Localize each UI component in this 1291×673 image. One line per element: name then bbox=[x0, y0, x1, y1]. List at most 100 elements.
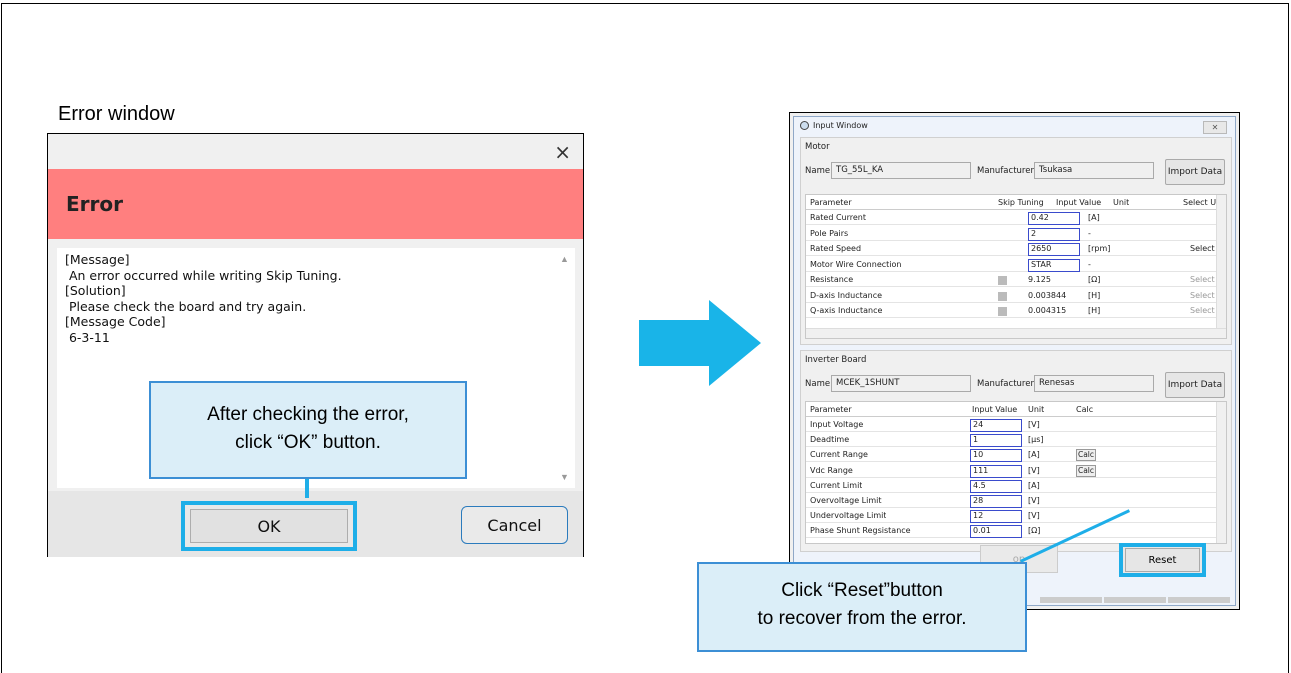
close-icon[interactable]: × bbox=[554, 140, 571, 164]
select-unit-button[interactable]: Select bbox=[1190, 291, 1215, 303]
motor-table-hscroll[interactable] bbox=[806, 328, 1226, 338]
cancel-button[interactable]: Cancel bbox=[461, 506, 568, 544]
message-line: [Solution] bbox=[65, 283, 126, 298]
table-row: Resistance 9.125 [Ω] Select bbox=[806, 274, 1226, 287]
parameter-cell: Undervoltage Limit bbox=[810, 511, 887, 521]
callout-ok-instruction: After checking the error, click “OK” but… bbox=[149, 381, 467, 479]
select-unit-button[interactable]: Select bbox=[1190, 306, 1215, 318]
motor-manufacturer-field[interactable]: Tsukasa bbox=[1034, 162, 1154, 179]
close-icon[interactable]: ✕ bbox=[1203, 121, 1227, 134]
scroll-down-icon[interactable]: ▼ bbox=[560, 472, 569, 482]
input-value-cell[interactable]: 24 bbox=[970, 419, 1022, 432]
callout-line: click “OK” button. bbox=[235, 432, 381, 453]
inverter-panel: Inverter Board Name MCEK_1SHUNT Manufact… bbox=[800, 350, 1232, 552]
table-row: Rated Speed 2650 [rpm] Select bbox=[806, 243, 1226, 256]
message-line: Please check the board and try again. bbox=[65, 298, 307, 314]
table-row: Current Range 10 [A] Calc bbox=[806, 449, 1226, 463]
input-value-cell: 0.004315 bbox=[1028, 306, 1067, 315]
unit-cell: [rpm] bbox=[1088, 244, 1111, 253]
skip-tuning-checkbox[interactable] bbox=[998, 291, 1007, 301]
table-row: Current Limit 4.5 [A] bbox=[806, 479, 1226, 493]
unit-cell: [A] bbox=[1028, 480, 1040, 490]
column-header: Parameter bbox=[810, 405, 852, 414]
input-value-cell[interactable]: 0.01 bbox=[970, 525, 1022, 539]
parameter-cell: Input Voltage bbox=[810, 420, 864, 429]
table-row: Deadtime 1 [μs] bbox=[806, 434, 1226, 448]
table-row: Pole Pairs 2- bbox=[806, 227, 1226, 241]
inverter-import-data-button[interactable]: Import Data bbox=[1165, 372, 1225, 398]
unit-cell: [H] bbox=[1088, 290, 1101, 300]
parameter-cell: Resistance bbox=[810, 275, 854, 284]
parameter-cell: Phase Shunt Regsistance bbox=[810, 526, 911, 536]
column-header: Input Value bbox=[972, 405, 1018, 414]
select-unit-button[interactable]: Select bbox=[1190, 275, 1215, 287]
parameter-cell: Q-axis Inductance bbox=[810, 306, 883, 315]
unit-cell: [Ω] bbox=[1028, 526, 1041, 536]
reset-button[interactable]: Reset bbox=[1125, 548, 1200, 572]
parameter-cell: Rated Current bbox=[810, 213, 867, 222]
ok-button-highlight: OK bbox=[181, 501, 357, 551]
input-value-cell[interactable]: 4.5 bbox=[970, 479, 1022, 493]
motor-table-header: Parameter Skip Tuning Input Value Unit S… bbox=[806, 197, 1226, 210]
input-value-cell: 0.003844 bbox=[1028, 290, 1067, 300]
input-window: Input Window ✕ Motor Name TG_55L_KA Manu… bbox=[789, 112, 1240, 610]
message-line: [Message Code] bbox=[65, 314, 166, 329]
input-value-cell[interactable]: 2 bbox=[1028, 227, 1080, 241]
input-window-frame: Input Window ✕ Motor Name TG_55L_KA Manu… bbox=[793, 116, 1236, 606]
parameter-cell: Vdc Range bbox=[810, 465, 853, 475]
calc-button[interactable]: Calc bbox=[1076, 449, 1096, 462]
error-dialog: × Error [Message] An error occurred whil… bbox=[47, 133, 584, 557]
select-unit-button[interactable]: Select bbox=[1190, 244, 1215, 256]
input-value-cell[interactable]: 12 bbox=[970, 510, 1022, 524]
input-value-cell[interactable]: 0.42 bbox=[1028, 212, 1080, 225]
parameter-cell: Current Range bbox=[810, 450, 868, 460]
input-window-title: Input Window bbox=[800, 121, 868, 130]
parameter-cell: Motor Wire Connection bbox=[810, 259, 902, 269]
parameter-cell: D-axis Inductance bbox=[810, 290, 883, 300]
message-line: [Message] bbox=[65, 252, 130, 267]
motor-parameter-table: Parameter Skip Tuning Input Value Unit S… bbox=[805, 194, 1227, 339]
inverter-name-field[interactable]: MCEK_1SHUNT bbox=[831, 375, 971, 392]
ok-button[interactable]: OK bbox=[190, 509, 348, 543]
error-message-text: [Message] An error occurred while writin… bbox=[65, 252, 342, 345]
callout-reset-instruction: Click “Reset”button to recover from the … bbox=[697, 562, 1027, 652]
unit-cell: [V] bbox=[1028, 511, 1040, 521]
app-icon bbox=[800, 121, 809, 130]
message-scrollbar[interactable]: ▲ ▼ bbox=[555, 248, 575, 488]
callout-connector bbox=[305, 478, 309, 498]
input-value-cell[interactable]: 111 bbox=[970, 464, 1022, 478]
motor-table-vscroll[interactable] bbox=[1216, 195, 1226, 338]
inverter-name-label: Name bbox=[805, 379, 831, 389]
input-value-cell[interactable]: 10 bbox=[970, 449, 1022, 463]
error-window-caption: Error window bbox=[58, 103, 175, 125]
callout-line: to recover from the error. bbox=[757, 608, 967, 629]
inverter-manufacturer-field[interactable]: Renesas bbox=[1034, 375, 1154, 392]
skip-tuning-checkbox[interactable] bbox=[998, 276, 1007, 285]
motor-import-data-button[interactable]: Import Data bbox=[1165, 159, 1225, 185]
unit-cell: - bbox=[1088, 259, 1091, 269]
unit-cell: [A] bbox=[1028, 450, 1040, 460]
calc-button[interactable]: Calc bbox=[1076, 464, 1096, 477]
column-header: Skip Tuning bbox=[998, 198, 1044, 207]
unit-cell: [μs] bbox=[1028, 435, 1044, 445]
scroll-up-icon[interactable]: ▲ bbox=[560, 254, 569, 264]
input-value-cell[interactable]: 28 bbox=[970, 495, 1022, 508]
input-window-title-text: Input Window bbox=[813, 121, 868, 130]
error-header-title: Error bbox=[66, 192, 123, 216]
parameter-cell: Deadtime bbox=[810, 435, 850, 445]
message-line: 6-3-11 bbox=[65, 329, 110, 345]
table-row: Q-axis Inductance 0.004315 [H] Select bbox=[806, 305, 1226, 318]
input-value-cell[interactable]: STAR bbox=[1028, 258, 1080, 272]
parameter-cell: Rated Speed bbox=[810, 244, 862, 253]
input-value-cell[interactable]: 1 bbox=[970, 434, 1022, 448]
motor-name-field[interactable]: TG_55L_KA bbox=[831, 162, 971, 179]
inverter-table-vscroll[interactable] bbox=[1216, 402, 1226, 543]
column-header: Calc bbox=[1076, 405, 1094, 414]
unit-cell: [H] bbox=[1088, 306, 1101, 315]
skip-tuning-checkbox[interactable] bbox=[998, 307, 1007, 316]
inverter-manufacturer-label: Manufacturer bbox=[977, 379, 1034, 389]
inverter-parameter-table: Parameter Input Value Unit Calc Input Vo… bbox=[805, 401, 1227, 544]
input-value-cell[interactable]: 2650 bbox=[1028, 243, 1080, 256]
table-row: Rated Current 0.42 [A] bbox=[806, 212, 1226, 225]
motor-name-label: Name bbox=[805, 166, 831, 176]
